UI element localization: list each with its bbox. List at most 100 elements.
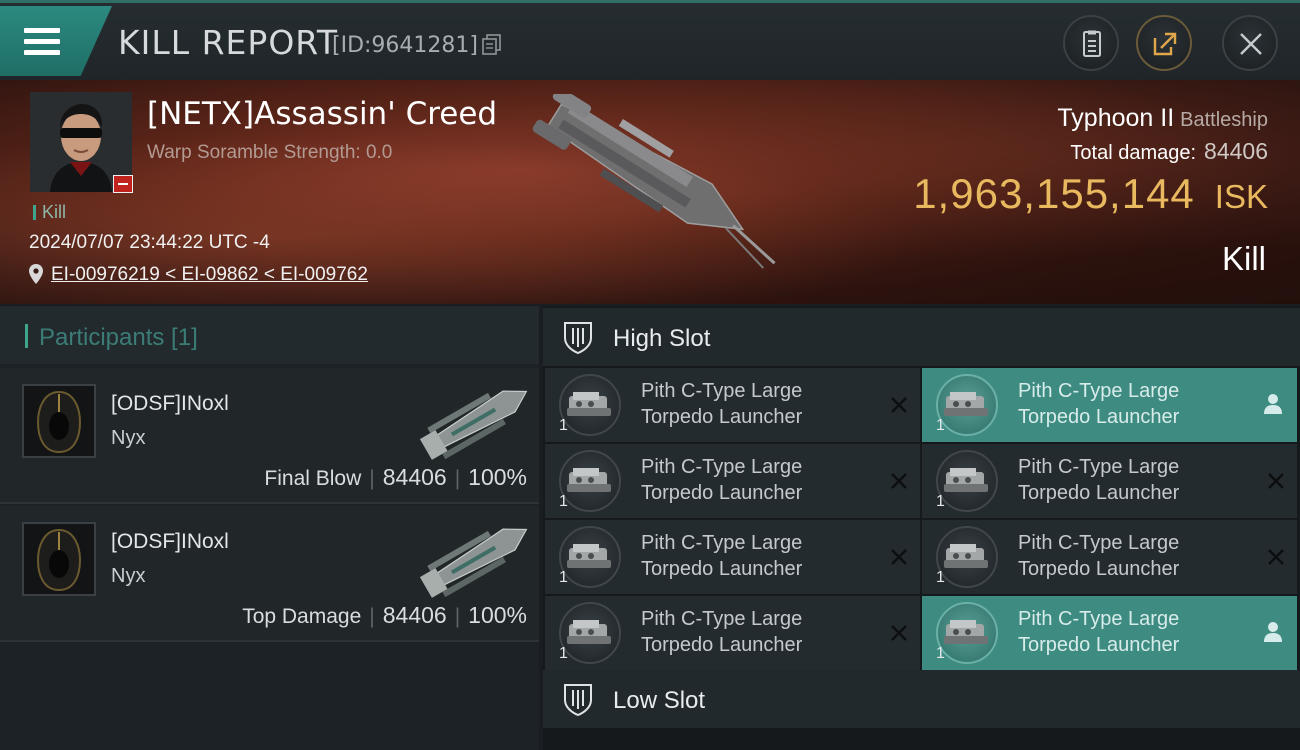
close-icon bbox=[1240, 33, 1262, 55]
module-name-line1: Pith C-Type Large bbox=[641, 380, 803, 402]
module-quantity: 1 bbox=[936, 569, 945, 586]
participant-avatar bbox=[22, 522, 96, 596]
low-slot-label: Low Slot bbox=[613, 687, 706, 714]
location-pin-icon bbox=[29, 264, 43, 284]
module-slot[interactable]: 1 Pith C-Type Large Torpedo Launcher bbox=[545, 444, 920, 518]
kill-result: Kill bbox=[1221, 240, 1266, 277]
victim-name[interactable]: [NETX]Assassin' Creed bbox=[147, 96, 497, 132]
fitting-panel: High Slot 1 Pith C-Type Large Torpedo Laun… bbox=[543, 306, 1300, 750]
module-name-line1: Pith C-Type Large bbox=[641, 608, 803, 630]
module-name: Pith C-Type Large Torpedo Launcher bbox=[641, 606, 871, 658]
module-slot[interactable]: 1 Pith C-Type Large Torpedo Launcher bbox=[545, 596, 920, 670]
participant-avatar bbox=[22, 384, 96, 458]
participant-row[interactable]: [ODSF]INoxl Nyx Final Blow | 84406 | 100% bbox=[0, 368, 539, 504]
module-name-line2: Torpedo Launcher bbox=[641, 634, 803, 656]
module-name: Pith C-Type Large Torpedo Launcher bbox=[1018, 530, 1248, 582]
participants-label: Participants [1] bbox=[39, 324, 198, 351]
page-title: KILL REPORT bbox=[118, 23, 338, 62]
module-icon bbox=[559, 526, 621, 588]
module-quantity: 1 bbox=[559, 493, 568, 510]
low-slot-header: Low Slot bbox=[543, 670, 1300, 728]
module-icon bbox=[936, 450, 998, 512]
participant-damage: 84406 bbox=[382, 464, 447, 490]
participant-role: Final Blow bbox=[264, 467, 362, 490]
module-name: Pith C-Type Large Torpedo Launcher bbox=[641, 454, 871, 506]
top-bar: KILL REPORT [ID:9641281] bbox=[0, 0, 1300, 80]
participant-ship-image bbox=[419, 528, 528, 598]
participant-role: Top Damage bbox=[242, 605, 362, 628]
module-name-line1: Pith C-Type Large bbox=[641, 456, 803, 478]
module-icon bbox=[559, 602, 621, 664]
kill-location[interactable]: EI-00976219 < EI-09862 < EI-009762 bbox=[29, 264, 368, 286]
menu-button[interactable] bbox=[0, 6, 112, 76]
module-slot[interactable]: 1 Pith C-Type Large Torpedo Launcher bbox=[922, 444, 1297, 518]
participant-percent: 100% bbox=[468, 602, 527, 628]
module-name-line1: Pith C-Type Large bbox=[1018, 608, 1180, 630]
kill-timestamp: 2024/07/07 23:44:22 UTC -4 bbox=[29, 232, 270, 253]
module-name-line2: Torpedo Launcher bbox=[1018, 558, 1180, 580]
module-name-line1: Pith C-Type Large bbox=[1018, 532, 1180, 554]
module-name-line1: Pith C-Type Large bbox=[1018, 380, 1180, 402]
report-id: [ID:9641281] bbox=[332, 33, 478, 58]
isk-amount: 1,963,155,144 bbox=[913, 170, 1195, 217]
destroyed-icon bbox=[1268, 549, 1284, 565]
module-name-line2: Torpedo Launcher bbox=[1018, 406, 1180, 428]
module-icon bbox=[936, 602, 998, 664]
module-name: Pith C-Type Large Torpedo Launcher bbox=[641, 378, 871, 430]
high-slot-icon bbox=[564, 322, 592, 354]
person-icon bbox=[1264, 394, 1282, 414]
module-name: Pith C-Type Large Torpedo Launcher bbox=[641, 530, 871, 582]
report-icon bbox=[1083, 30, 1101, 57]
destroyed-icon bbox=[891, 625, 907, 641]
module-name-line1: Pith C-Type Large bbox=[1018, 456, 1180, 478]
hostile-badge bbox=[113, 175, 133, 193]
module-name-line2: Torpedo Launcher bbox=[1018, 482, 1180, 504]
share-button[interactable] bbox=[1136, 15, 1192, 71]
victim-ship-image bbox=[532, 94, 776, 269]
location-route[interactable]: EI-00976219 < EI-09862 < EI-009762 bbox=[51, 264, 368, 285]
module-name-line2: Torpedo Launcher bbox=[641, 482, 803, 504]
module-icon bbox=[559, 450, 621, 512]
module-quantity: 1 bbox=[936, 645, 945, 662]
high-slot-label: High Slot bbox=[613, 325, 711, 352]
person-icon bbox=[1264, 622, 1282, 642]
module-name-line2: Torpedo Launcher bbox=[1018, 634, 1180, 656]
copy-icon[interactable] bbox=[482, 34, 502, 56]
module-name-line1: Pith C-Type Large bbox=[641, 532, 803, 554]
module-icon bbox=[936, 374, 998, 436]
close-button[interactable] bbox=[1222, 15, 1278, 71]
ship-class: Battleship bbox=[1180, 109, 1268, 131]
destroyed-icon bbox=[891, 473, 907, 489]
total-damage: Total damage: 84406 bbox=[1070, 138, 1268, 165]
isk-unit: ISK bbox=[1214, 178, 1268, 215]
destroyed-icon bbox=[891, 549, 907, 565]
destroyed-icon bbox=[1268, 473, 1284, 489]
total-damage-value: 84406 bbox=[1204, 138, 1268, 164]
module-icon bbox=[559, 374, 621, 436]
module-slot[interactable]: 1 Pith C-Type Large Torpedo Launcher bbox=[545, 520, 920, 594]
module-name: Pith C-Type Large Torpedo Launcher bbox=[1018, 378, 1248, 430]
isk-value: 1,963,155,144 ISK bbox=[913, 170, 1268, 218]
module-quantity: 1 bbox=[559, 417, 568, 434]
destroyed-icon bbox=[891, 397, 907, 413]
participant-name: [ODSF]INoxl bbox=[111, 530, 229, 553]
module-quantity: 1 bbox=[559, 645, 568, 662]
module-name: Pith C-Type Large Torpedo Launcher bbox=[1018, 606, 1248, 658]
participant-row[interactable]: [ODSF]INoxl Nyx Top Damage | 84406 | 100% bbox=[0, 506, 539, 642]
victim-banner: [NETX]Assassin' Creed Warp Soramble Stre… bbox=[0, 80, 1300, 304]
module-slot[interactable]: 1 Pith C-Type Large Torpedo Launcher bbox=[922, 520, 1297, 594]
report-button[interactable] bbox=[1063, 15, 1119, 71]
participant-damage: 84406 bbox=[382, 602, 447, 628]
ship-type: Typhoon II bbox=[1057, 104, 1175, 132]
participant-ship: Nyx bbox=[111, 565, 146, 587]
participant-name: [ODSF]INoxl bbox=[111, 392, 229, 415]
module-quantity: 1 bbox=[559, 569, 568, 586]
low-slot-icon bbox=[564, 684, 592, 716]
victim-ship-name[interactable]: Typhoon II Battleship bbox=[1057, 104, 1268, 133]
share-icon bbox=[1153, 32, 1177, 56]
kill-tag: Kill bbox=[33, 202, 66, 223]
module-slot[interactable]: 1 Pith C-Type Large Torpedo Launcher bbox=[545, 368, 920, 442]
module-slot[interactable]: 1 Pith C-Type Large Torpedo Launcher bbox=[922, 368, 1297, 442]
total-damage-label: Total damage: bbox=[1070, 142, 1197, 164]
module-slot[interactable]: 1 Pith C-Type Large Torpedo Launcher bbox=[922, 596, 1297, 670]
